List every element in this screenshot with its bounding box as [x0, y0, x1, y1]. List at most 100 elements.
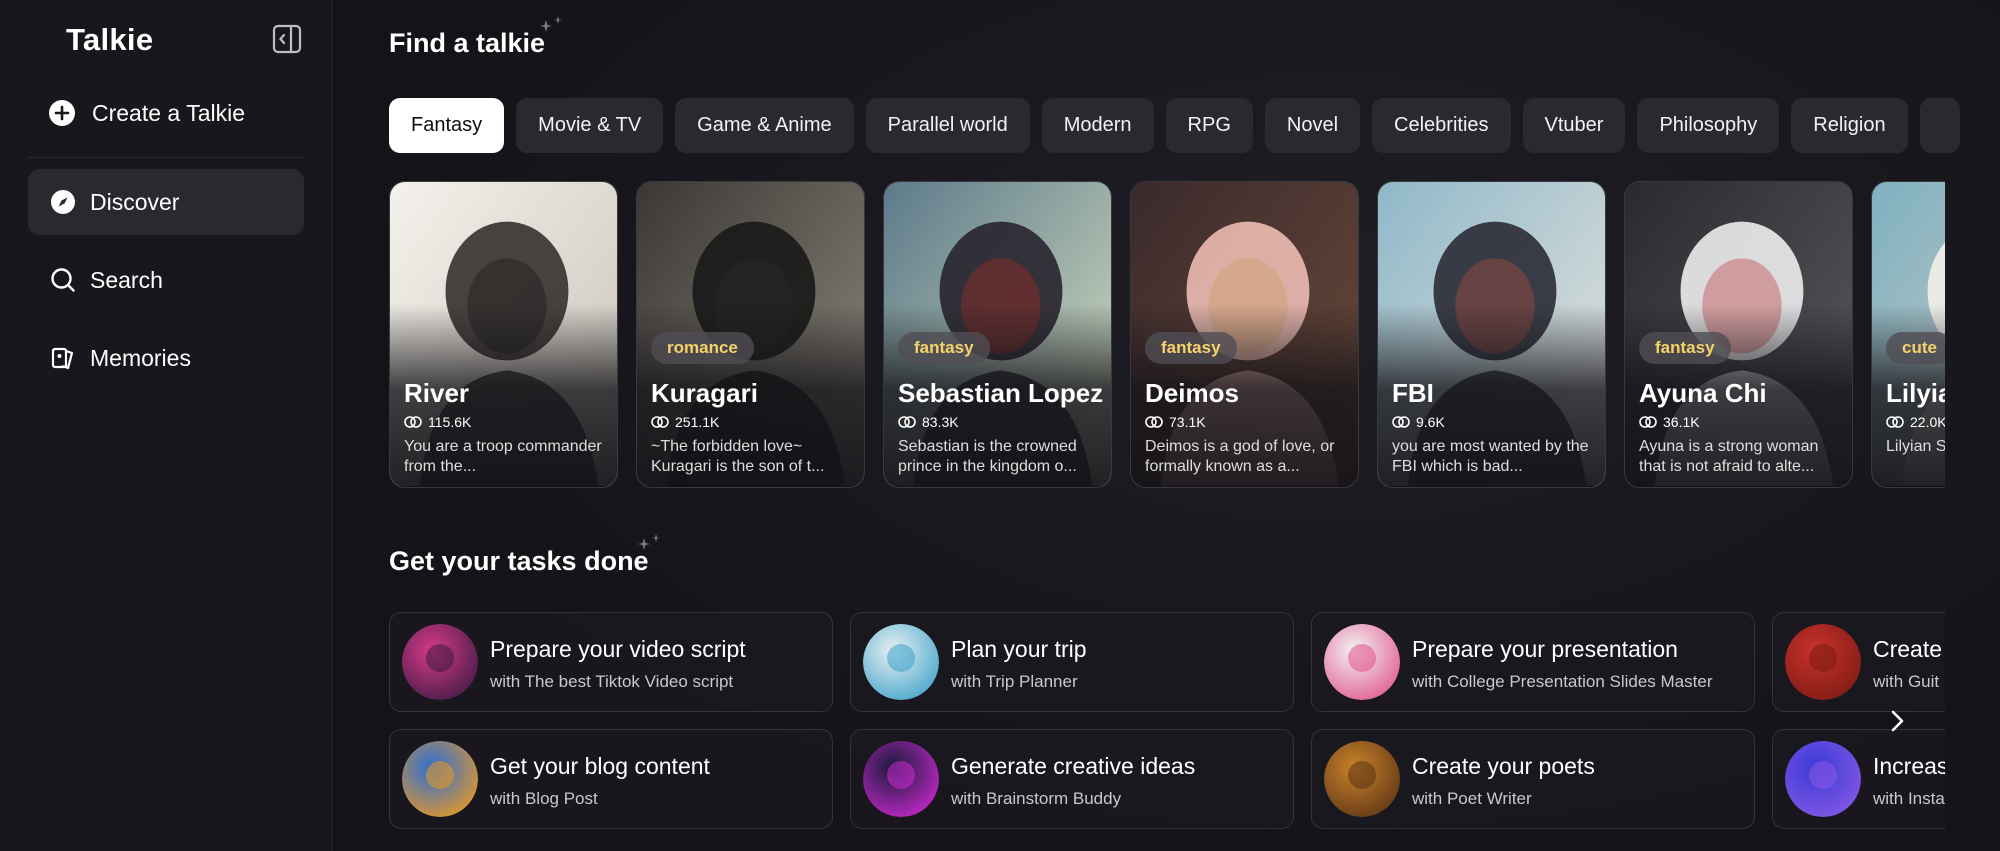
card-tag: cute — [1886, 332, 1945, 364]
card-tag: romance — [651, 332, 754, 364]
sidebar-item-label: Search — [90, 266, 163, 293]
task-subtitle: with Brainstorm Buddy — [951, 789, 1122, 808]
task-avatar — [402, 741, 478, 817]
tab-overflow[interactable] — [1919, 98, 1960, 153]
card-count: 9.6K — [1416, 414, 1445, 430]
card-name: Sebastian Lopez — [898, 378, 1104, 408]
task-avatar — [863, 624, 939, 700]
chat-count-icon — [1392, 416, 1410, 428]
tab-religion[interactable]: Religion — [1791, 98, 1908, 153]
sidebar-item-discover[interactable]: Discover — [28, 169, 304, 235]
find-talkie-title: Find a talkie — [389, 28, 546, 58]
task-title: Plan your trip — [951, 636, 1087, 662]
card-stats: 115.6K — [404, 414, 471, 430]
tasks-title: Get your tasks done — [389, 546, 649, 576]
talkie-card[interactable]: FBI 9.6K you are most wanted by the FBI wh… — [1377, 181, 1606, 488]
talkie-card[interactable]: cute Lilyian 22.0K Lilyian S... Duke of... — [1871, 181, 1945, 488]
task-card[interactable]: Prepare your presentation with College Pr… — [1311, 612, 1755, 712]
task-art — [1324, 741, 1400, 817]
task-card[interactable]: Generate creative ideas with Brainstorm B… — [850, 729, 1294, 829]
task-avatar — [1785, 741, 1861, 817]
sidebar-item-search[interactable]: Search — [28, 247, 304, 313]
task-title: Create your poets — [1412, 753, 1595, 779]
tab-vtuber[interactable]: Vtuber — [1522, 98, 1626, 153]
card-stats: 22.0K — [1886, 414, 1945, 430]
card-count: 251.1K — [675, 414, 720, 430]
card-name: Ayuna Chi — [1639, 378, 1767, 408]
chevron-right-icon[interactable] — [1882, 706, 1912, 736]
task-art — [402, 624, 478, 700]
task-title: Generate creative ideas — [951, 753, 1196, 779]
tab-modern[interactable]: Modern — [1041, 98, 1154, 153]
task-subtitle: with College Presentation Slides Master — [1412, 672, 1713, 691]
task-subtitle: with Blog Post — [490, 789, 598, 808]
tab-rpg[interactable]: RPG — [1165, 98, 1253, 153]
card-count: 83.3K — [922, 414, 959, 430]
task-card[interactable]: Create your poets with Poet Writer — [1311, 729, 1755, 829]
task-art — [863, 624, 939, 700]
task-art — [863, 741, 939, 817]
card-stats: 73.1K — [1145, 414, 1206, 430]
card-description: ~The forbidden love~ Kuragari is the son… — [651, 438, 825, 475]
task-art — [1324, 624, 1400, 700]
task-title: Increas — [1873, 753, 1945, 779]
task-card[interactable]: Get your blog content with Blog Post — [389, 729, 833, 829]
card-description: You are a troop commander from the... — [404, 438, 602, 475]
task-card[interactable]: Increas with Insta — [1772, 729, 1945, 829]
task-avatar — [1324, 624, 1400, 700]
search-icon — [51, 268, 75, 292]
talkie-card[interactable]: fantasy Sebastian Lopez 83.3K Sebastian is … — [883, 181, 1112, 488]
sidebar-item-label: Discover — [90, 188, 180, 215]
card-name: Deimos — [1145, 378, 1239, 408]
create-talkie-button[interactable]: Create a Talkie — [48, 93, 245, 133]
app-logo[interactable]: Talkie — [66, 22, 153, 58]
collapse-sidebar-button[interactable] — [272, 24, 304, 56]
tab-fantasy[interactable]: Fantasy — [389, 98, 505, 153]
card-description: Deimos is a god of love, or formally kno… — [1145, 438, 1335, 475]
talkie-card-carousel[interactable]: River 115.6K You are a troop commander fro… — [389, 181, 1945, 490]
main-content: Find a talkie Fantasy Movie & TV Game & An… — [333, 0, 2000, 851]
task-title: Prepare your presentation — [1412, 636, 1678, 662]
card-stats: 83.3K — [898, 414, 959, 430]
sidebar-item-label: Memories — [90, 344, 191, 371]
tab-celebrities[interactable]: Celebrities — [1372, 98, 1511, 153]
plus-circle-icon — [49, 100, 75, 126]
sparkle-icon — [638, 534, 660, 550]
task-card[interactable]: Plan your trip with Trip Planner — [850, 612, 1294, 712]
category-tabs: Fantasy Movie & TV Game & Anime Parallel wo… — [389, 98, 2000, 153]
task-subtitle: with Guit — [1873, 672, 1940, 691]
task-subtitle: with The best Tiktok Video script — [490, 672, 734, 691]
sidebar-item-memories[interactable]: Memories — [28, 325, 304, 391]
task-card[interactable]: Prepare your video script with The best T… — [389, 612, 833, 712]
compass-icon — [51, 190, 75, 214]
talkie-card[interactable]: romance Kuragari 251.1K ~The forbidden love… — [636, 181, 865, 488]
task-art — [1785, 624, 1861, 700]
task-avatar — [1324, 741, 1400, 817]
card-stats: 251.1K — [651, 414, 719, 430]
tab-movie-tv[interactable]: Movie & TV — [516, 98, 664, 153]
card-tag: fantasy — [1145, 332, 1237, 364]
task-subtitle: with Trip Planner — [951, 672, 1078, 691]
chat-count-icon — [651, 416, 669, 428]
card-name: FBI — [1392, 378, 1434, 408]
task-card[interactable]: Create with Guit — [1772, 612, 1945, 712]
task-subtitle: with Insta — [1873, 789, 1945, 808]
card-name: River — [404, 378, 470, 408]
chat-count-icon — [1639, 416, 1657, 428]
tab-novel[interactable]: Novel — [1264, 98, 1361, 153]
task-avatar — [402, 624, 478, 700]
sparkle-icon — [540, 16, 562, 32]
card-count: 115.6K — [428, 414, 472, 430]
card-count: 36.1K — [1663, 414, 1700, 430]
card-tag: fantasy — [1639, 332, 1731, 364]
talkie-card[interactable]: fantasy Deimos 73.1K Deimos is a god of lov… — [1130, 181, 1359, 488]
tab-philosophy[interactable]: Philosophy — [1637, 98, 1780, 153]
card-description: Sebastian is the crowned prince in the k… — [898, 438, 1077, 475]
talkie-card[interactable]: fantasy Ayuna Chi 36.1K Ayuna is a strong w… — [1624, 181, 1853, 488]
card-stats: 9.6K — [1392, 414, 1445, 430]
tab-game-anime[interactable]: Game & Anime — [675, 98, 854, 153]
talkie-card[interactable]: River 115.6K You are a troop commander fro… — [389, 181, 618, 488]
card-stats: 36.1K — [1639, 414, 1700, 430]
tab-parallel-world[interactable]: Parallel world — [865, 98, 1030, 153]
sidebar-toggle-icon — [272, 24, 302, 54]
